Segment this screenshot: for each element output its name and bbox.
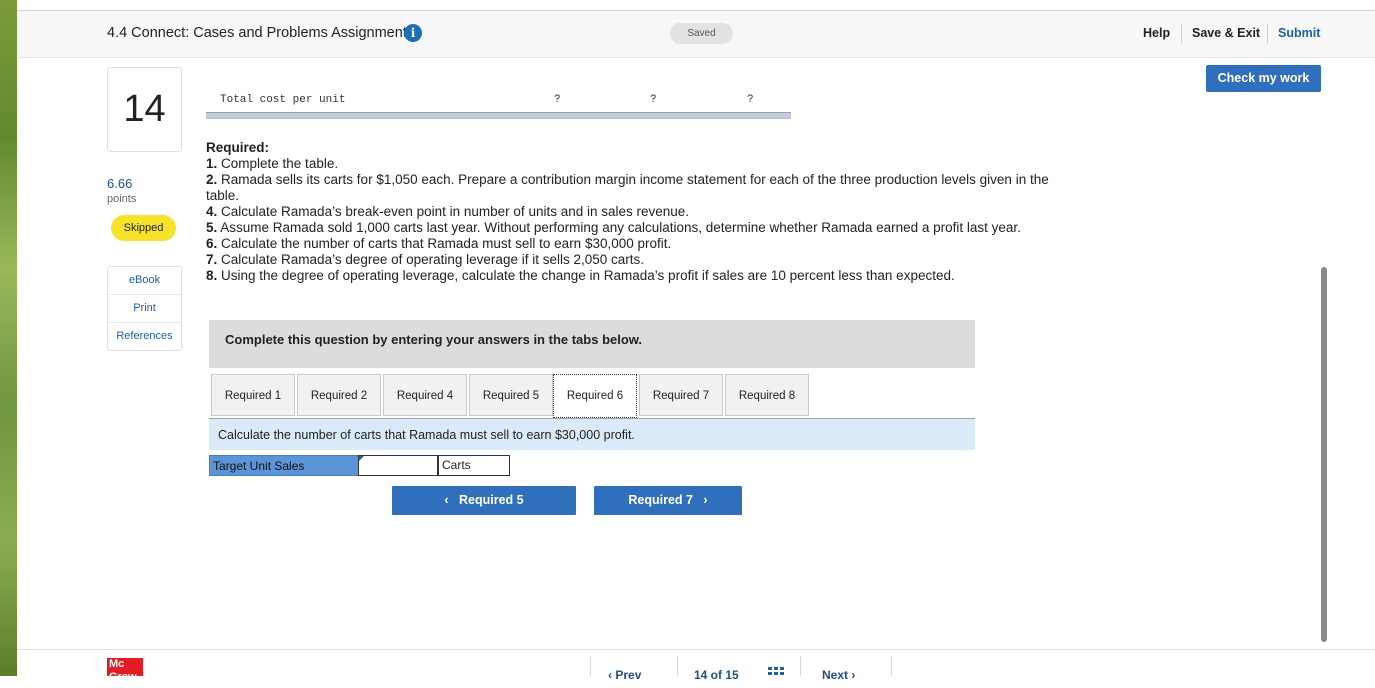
unit-label: Carts (438, 455, 510, 476)
tab-required-5[interactable]: Required 5 (469, 374, 553, 416)
cost-table-remnant: Total cost per unit ? ? ? (206, 90, 791, 120)
background-photo-strip (0, 0, 17, 676)
chevron-right-icon: › (851, 668, 856, 682)
print-link[interactable]: Print (108, 295, 181, 323)
assignment-title: 4.4 Connect: Cases and Problems Assignme… (107, 25, 407, 41)
requirement-item: 7. Calculate Ramada’s degree of operatin… (206, 252, 645, 267)
next-question-button[interactable]: Next › (822, 668, 855, 688)
header-separator (1181, 24, 1182, 44)
chevron-left-icon: ‹ (608, 668, 612, 682)
header-separator (1267, 24, 1268, 44)
pager-separator (677, 656, 678, 676)
requirement-item: 8. Using the degree of operating leverag… (206, 268, 955, 283)
resource-links: eBook Print References (107, 266, 182, 351)
pager-separator (800, 656, 801, 676)
requirements-list: Required: 1. Complete the table. 2. Rama… (206, 140, 1066, 284)
chevron-right-icon: › (703, 493, 708, 507)
ebook-link[interactable]: eBook (108, 267, 181, 295)
skipped-status-badge: Skipped (111, 215, 176, 241)
prev-requirement-label: Required 5 (458, 493, 524, 507)
saved-status-badge: Saved (670, 23, 733, 44)
tab-required-1[interactable]: Required 1 (211, 374, 295, 416)
instructions-panel: Complete this question by entering your … (209, 320, 975, 368)
requirement-item: 2. Ramada sells its carts for $1,050 eac… (206, 172, 1049, 203)
info-icon[interactable]: i (404, 24, 422, 42)
assignment-header: 4.4 Connect: Cases and Problems Assignme… (17, 11, 1375, 58)
mcgraw-hill-logo: Mc Graw (107, 658, 143, 676)
check-my-work-button[interactable]: Check my work (1206, 65, 1321, 92)
vertical-scrollbar[interactable] (1321, 267, 1327, 642)
prev-requirement-button[interactable]: ‹ Required 5 (392, 486, 576, 515)
submit-link[interactable]: Submit (1278, 26, 1320, 40)
table-cell: ? (747, 94, 754, 106)
help-link[interactable]: Help (1143, 26, 1170, 40)
tab-required-4[interactable]: Required 4 (383, 374, 467, 416)
requirement-item: 1. Complete the table. (206, 156, 339, 171)
references-link[interactable]: References (108, 323, 181, 350)
target-unit-sales-label: Target Unit Sales (209, 455, 359, 476)
requirement-item: 5. Assume Ramada sold 1,000 carts last y… (206, 220, 1021, 235)
chevron-left-icon: ‹ (444, 493, 449, 507)
grid-icon[interactable] (768, 667, 784, 679)
next-requirement-button[interactable]: Required 7 › (594, 486, 742, 515)
tab-description: Calculate the number of carts that Ramad… (209, 419, 975, 450)
next-requirement-label: Required 7 (628, 493, 693, 507)
requirement-item: 6. Calculate the number of carts that Ra… (206, 236, 672, 251)
table-cell: ? (650, 94, 657, 106)
question-position: 14 of 15 (694, 668, 739, 682)
tab-required-8[interactable]: Required 8 (725, 374, 809, 416)
table-row-label: Total cost per unit (220, 94, 346, 106)
requirements-heading: Required: (206, 140, 270, 155)
save-exit-link[interactable]: Save & Exit (1192, 26, 1260, 40)
tab-description-text: Calculate the number of carts that Ramad… (218, 428, 635, 442)
footer-divider (17, 649, 1375, 650)
prev-question-button[interactable]: ‹ Prev (608, 668, 641, 688)
tab-required-7[interactable]: Required 7 (639, 374, 723, 416)
question-number: 14 (107, 67, 182, 152)
pager-separator (590, 656, 591, 676)
target-unit-sales-input[interactable] (358, 455, 438, 476)
table-cell: ? (554, 94, 561, 106)
instructions-text: Complete this question by entering your … (225, 332, 643, 347)
points-label: points (107, 193, 137, 205)
pager-separator (891, 656, 892, 676)
tab-required-6[interactable]: Required 6 (553, 374, 637, 418)
tab-required-2[interactable]: Required 2 (297, 374, 381, 416)
requirement-tabs: Required 1 Required 2 Required 4 Require… (209, 374, 975, 419)
requirement-item: 4. Calculate Ramada’s break-even point i… (206, 204, 690, 219)
table-bottom-rule (206, 112, 791, 119)
points-value: 6.66 (107, 176, 133, 191)
